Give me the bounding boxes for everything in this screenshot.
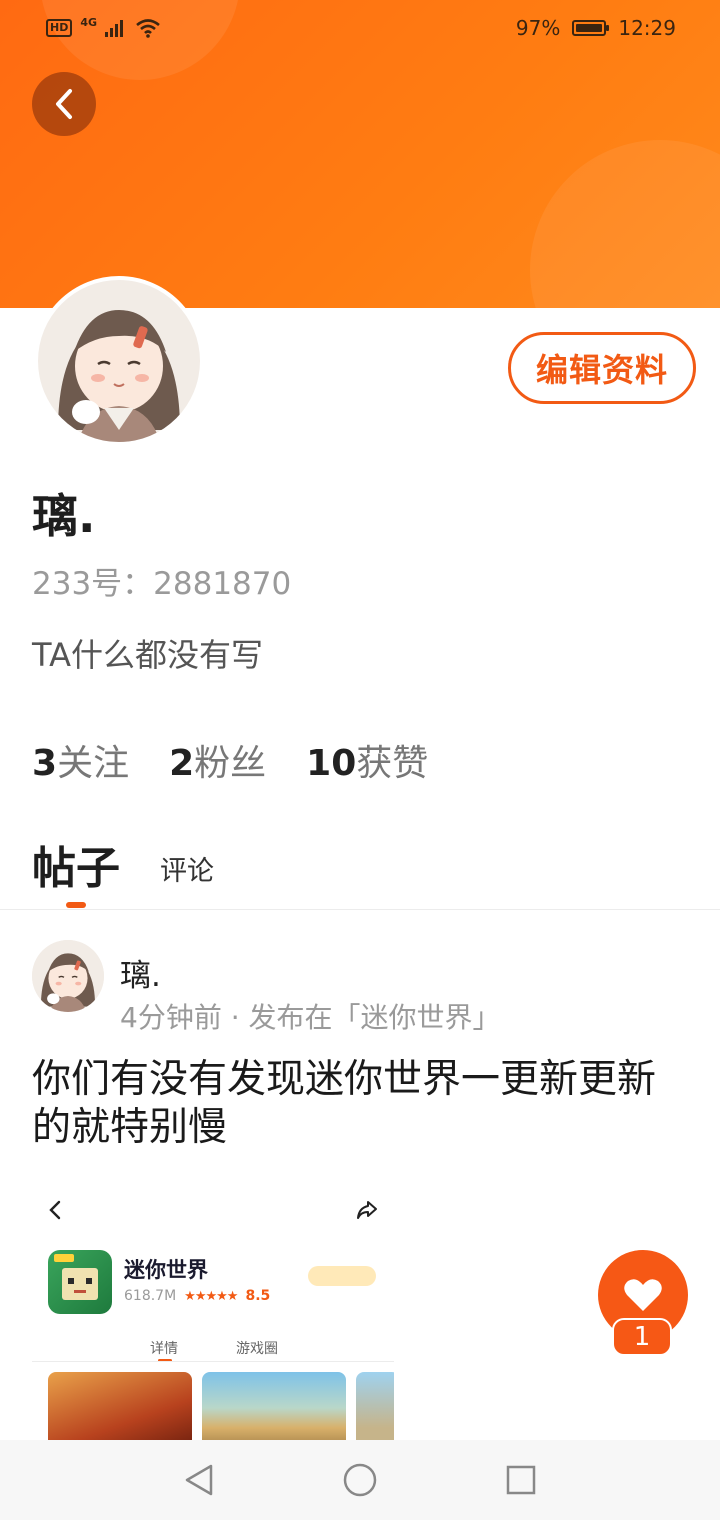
star-rating-icon: ★★★★★ xyxy=(184,1288,238,1304)
stat-label: 关注 xyxy=(57,743,130,784)
status-right: 97% 12:29 xyxy=(516,16,676,40)
stat-number: 3 xyxy=(32,743,58,784)
game-thumbnail xyxy=(202,1372,346,1440)
app-downloads: 618.7M xyxy=(124,1288,177,1304)
app-badge xyxy=(308,1266,376,1286)
app-name: 迷你世界 xyxy=(124,1258,208,1282)
battery-icon xyxy=(572,20,610,36)
game-thumbnail xyxy=(356,1372,394,1440)
app-tab-circle: 游戏圈 xyxy=(236,1341,278,1357)
post-author-name[interactable]: 璃. xyxy=(120,950,161,995)
divider xyxy=(32,1361,394,1362)
battery-percent: 97% xyxy=(515,16,561,40)
avatar[interactable] xyxy=(34,276,204,446)
system-nav-bar xyxy=(0,1440,720,1520)
game-thumbnail xyxy=(48,1372,192,1440)
header-decoration xyxy=(530,140,720,308)
app-rating: 8.5 xyxy=(245,1288,271,1304)
profile-stats: 3关注 2粉丝 10获赞 xyxy=(32,734,428,786)
stat-label: 粉丝 xyxy=(194,743,267,784)
wifi-icon xyxy=(136,19,160,38)
content-tabs: 帖子 评论 xyxy=(32,832,214,896)
back-button[interactable] xyxy=(32,72,96,136)
share-icon xyxy=(357,1201,377,1219)
edit-profile-button[interactable]: 编辑资料 xyxy=(508,332,696,404)
profile-nickname: 璃. xyxy=(32,489,96,543)
app-icon xyxy=(48,1250,112,1314)
stat-label: 获赞 xyxy=(356,743,429,784)
nav-recents-icon[interactable] xyxy=(505,1464,537,1496)
hd-badge: HD xyxy=(46,19,73,37)
app-tab-detail: 详情 xyxy=(150,1341,178,1357)
status-left: HD 4G xyxy=(46,15,161,38)
stat-followers[interactable]: 2粉丝 xyxy=(169,734,266,786)
tab-comments[interactable]: 评论 xyxy=(160,849,214,888)
nav-home-icon[interactable] xyxy=(342,1462,378,1498)
post-image[interactable]: 迷你世界 618.7M ★★★★★ 8.5 详情 游戏圈 xyxy=(32,1178,394,1440)
stat-likes[interactable]: 10获赞 xyxy=(306,734,428,786)
avatar-illustration xyxy=(32,940,104,1012)
account-id: 233号：2881870 xyxy=(32,566,292,602)
post-author-avatar[interactable] xyxy=(32,940,104,1012)
stat-number: 10 xyxy=(306,743,357,784)
stat-following[interactable]: 3关注 xyxy=(32,734,129,786)
network-type: 4G xyxy=(80,15,98,29)
chevron-left-icon xyxy=(49,1200,61,1220)
chevron-left-icon xyxy=(56,89,72,119)
profile-bio: TA什么都没有写 xyxy=(32,636,263,674)
signal-icon xyxy=(105,20,124,37)
post-meta: 4分钟前 · 发布在「迷你世界」 xyxy=(120,1001,501,1034)
divider xyxy=(0,909,720,910)
stat-number: 2 xyxy=(169,743,195,784)
status-bar: HD 4G 97% 12:29 xyxy=(0,0,720,56)
clock: 12:29 xyxy=(618,16,676,40)
app-stats: 618.7M ★★★★★ 8.5 xyxy=(124,1288,270,1304)
like-count: 1 xyxy=(612,1318,672,1356)
nav-back-icon[interactable] xyxy=(183,1463,215,1497)
heart-icon xyxy=(624,1279,662,1311)
tab-posts[interactable]: 帖子 xyxy=(32,832,120,896)
post-text[interactable]: 你们有没有发现迷你世界一更新更新的就特别慢 xyxy=(32,1056,682,1152)
active-tab-indicator xyxy=(66,902,86,908)
avatar-illustration xyxy=(38,280,200,442)
